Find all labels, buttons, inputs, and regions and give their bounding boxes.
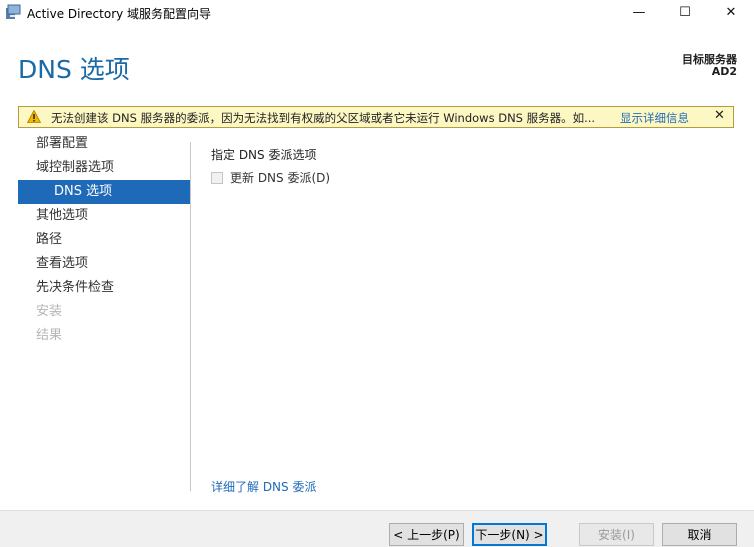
- nav-item-dns-options[interactable]: DNS 选项: [18, 180, 190, 204]
- nav-divider: [190, 142, 191, 491]
- warning-banner: 无法创建该 DNS 服务器的委派，因为无法找到有权威的父区域或者它未运行 Win…: [18, 106, 734, 128]
- install-button: 安装(I): [579, 523, 654, 546]
- update-dns-delegation-option: 更新 DNS 委派(D): [211, 170, 330, 185]
- nav-item-paths[interactable]: 路径: [18, 228, 190, 252]
- warning-message: 无法创建该 DNS 服务器的委派，因为无法找到有权威的父区域或者它未运行 Win…: [51, 111, 596, 125]
- minimize-button[interactable]: —: [616, 0, 662, 25]
- nav-item-prerequisites-check[interactable]: 先决条件检查: [18, 276, 190, 300]
- nav-item-deployment-config[interactable]: 部署配置: [18, 132, 190, 156]
- previous-button[interactable]: < 上一步(P): [389, 523, 464, 546]
- ad-wizard-icon: [6, 4, 21, 19]
- update-dns-delegation-checkbox: [211, 171, 223, 184]
- dns-delegation-section-label: 指定 DNS 委派选项: [211, 148, 317, 162]
- cancel-button[interactable]: 取消: [662, 523, 737, 546]
- learn-more-dns-delegation-link[interactable]: 详细了解 DNS 委派: [211, 478, 316, 495]
- nav-item-dc-options[interactable]: 域控制器选项: [18, 156, 190, 180]
- wizard-nav: 部署配置 域控制器选项 DNS 选项 其他选项 路径 查看选项 先决条件检查 安…: [18, 132, 190, 348]
- nav-item-additional-options[interactable]: 其他选项: [18, 204, 190, 228]
- warning-icon: [27, 110, 41, 123]
- update-dns-delegation-label: 更新 DNS 委派(D): [230, 171, 331, 185]
- next-button[interactable]: 下一步(N) >: [472, 523, 547, 546]
- nav-item-results: 结果: [36, 328, 63, 343]
- nav-item-review-options[interactable]: 查看选项: [18, 252, 190, 276]
- maximize-button[interactable]: ☐: [662, 0, 708, 25]
- title-bar: Active Directory 域服务配置向导 — ☐ ✕: [0, 0, 754, 25]
- page-title: DNS 选项: [18, 55, 130, 84]
- dismiss-warning-icon[interactable]: ✕: [714, 108, 725, 123]
- maximize-icon: ☐: [679, 5, 691, 20]
- nav-item-installation: 安装: [36, 304, 63, 319]
- target-server-value: AD2: [711, 65, 737, 78]
- show-details-link[interactable]: 显示详细信息: [620, 110, 689, 126]
- window-title: Active Directory 域服务配置向导: [27, 7, 212, 21]
- minimize-icon: —: [632, 5, 646, 20]
- close-icon: ✕: [725, 5, 737, 20]
- close-window-button[interactable]: ✕: [708, 0, 754, 25]
